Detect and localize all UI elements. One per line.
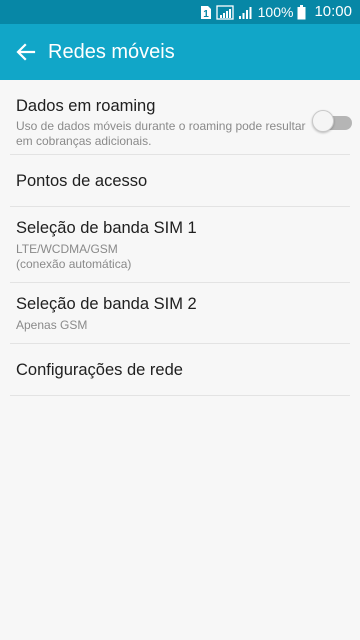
item-text: Seleção de banda SIM 2 Apenas GSM	[16, 294, 197, 333]
sim-badge-text: 1	[203, 9, 209, 20]
roaming-toggle[interactable]	[312, 110, 353, 134]
item-title: Configurações de rede	[16, 360, 183, 379]
item-text: Seleção de banda SIM 1 LTE/WCDMA/GSM (co…	[16, 218, 197, 272]
item-subtitle: LTE/WCDMA/GSM (conexão automática)	[16, 241, 132, 271]
list-item-data-roaming[interactable]: Dados em roaming Uso de dados móveis dur…	[10, 88, 353, 155]
back-button[interactable]	[12, 38, 40, 66]
page-title: Redes móveis	[48, 40, 175, 63]
item-subtitle: Apenas GSM	[16, 317, 88, 332]
item-text: Dados em roaming Uso de dados móveis dur…	[16, 96, 312, 149]
list-item-access-points[interactable]: Pontos de acesso	[10, 155, 350, 207]
battery-percent: 100%	[257, 4, 294, 20]
item-text: Configurações de rede	[16, 360, 183, 380]
list-item-network-settings[interactable]: Configurações de rede	[10, 344, 350, 396]
item-title: Seleção de banda SIM 2	[16, 294, 197, 313]
settings-list: Dados em roaming Uso de dados móveis dur…	[0, 80, 360, 396]
app-bar: Redes móveis	[0, 24, 360, 80]
sim-1-icon: 1	[200, 4, 212, 20]
arrow-left-icon	[16, 43, 36, 61]
battery-icon	[297, 4, 306, 20]
clock: 10:00	[314, 3, 352, 20]
item-title: Dados em roaming	[16, 96, 156, 115]
item-title: Pontos de acesso	[16, 171, 148, 190]
signal-icon-2	[238, 4, 254, 20]
signal-icon	[215, 4, 234, 20]
item-subtitle: Uso de dados móveis durante o roaming po…	[16, 118, 306, 148]
list-item-sim1-band[interactable]: Seleção de banda SIM 1 LTE/WCDMA/GSM (co…	[10, 207, 350, 283]
status-bar: 1 100% 10:00	[0, 0, 360, 24]
list-item-sim2-band[interactable]: Seleção de banda SIM 2 Apenas GSM	[10, 283, 350, 344]
item-text: Pontos de acesso	[16, 171, 147, 191]
item-title: Seleção de banda SIM 1	[16, 218, 197, 237]
